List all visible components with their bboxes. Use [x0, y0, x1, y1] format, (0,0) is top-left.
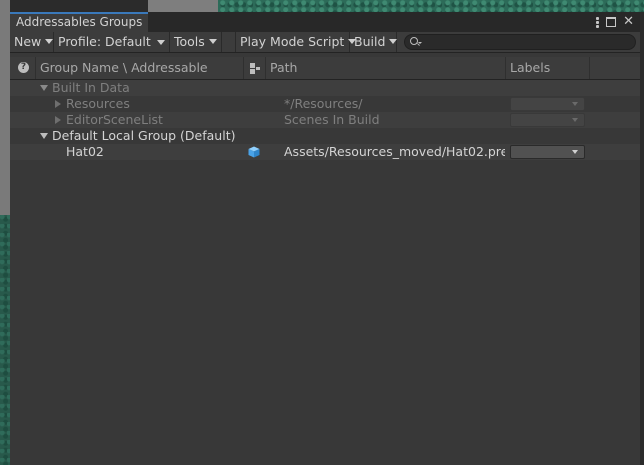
list-item[interactable]: Resources */Resources/ [10, 96, 640, 112]
build-label: Build [354, 34, 386, 49]
column-header-labels[interactable]: Labels [506, 57, 590, 79]
tools-menu-button[interactable]: Tools [170, 32, 222, 52]
column-header-name[interactable]: Group Name \ Addressable Name [36, 57, 244, 97]
entry-path: Assets/Resources_moved/Hat02.prefab [284, 144, 505, 159]
tab-bar: Addressables Groups ✕ [10, 12, 640, 32]
chevron-down-icon [572, 150, 578, 154]
column-header-path[interactable]: Path [266, 57, 506, 79]
entry-path: Scenes In Build [284, 112, 380, 127]
group-name: Default Local Group (Default) [52, 128, 236, 143]
scene-background-top-gray [148, 0, 218, 12]
prefab-cube-icon [248, 146, 260, 158]
new-menu-button[interactable]: New [10, 32, 54, 52]
column-header-type[interactable] [244, 57, 266, 79]
labels-dropdown [510, 97, 585, 111]
search-options-icon[interactable] [418, 42, 422, 44]
window-controls: ✕ [596, 14, 634, 30]
tools-label: Tools [174, 34, 205, 49]
chevron-down-icon [572, 102, 578, 106]
groups-tree: Built In Data Resources */Resources/ Edi… [10, 80, 640, 160]
group-row-default-local[interactable]: Default Local Group (Default) [10, 128, 640, 144]
group-name: Built In Data [52, 80, 130, 95]
close-icon[interactable]: ✕ [623, 15, 634, 29]
chevron-down-icon [45, 39, 54, 44]
chevron-down-icon [572, 118, 578, 122]
expand-arrow-icon[interactable] [40, 133, 48, 139]
scene-background-texture [0, 215, 10, 465]
labels-dropdown[interactable] [510, 145, 585, 159]
build-menu-button[interactable]: Build [350, 32, 398, 52]
profile-label: Profile: Default [58, 34, 151, 49]
chevron-down-icon [157, 40, 165, 45]
search-icon [410, 37, 418, 45]
addressables-groups-window: Addressables Groups ✕ New Profile: Defau… [10, 12, 640, 465]
column-header: ? Group Name \ Addressable Name Path Lab… [10, 57, 640, 97]
play-mode-script-dropdown[interactable]: Play Mode Script [235, 32, 357, 52]
collapse-arrow-icon[interactable] [55, 100, 61, 108]
maximize-icon[interactable] [606, 17, 617, 27]
play-mode-label: Play Mode Script [240, 34, 345, 49]
entry-name: Hat02 [66, 144, 104, 159]
asset-type-icon [250, 63, 260, 74]
chevron-down-icon [208, 39, 217, 44]
help-column[interactable]: ? [10, 57, 36, 79]
search-input[interactable] [404, 34, 636, 50]
group-row-built-in-data[interactable]: Built In Data [10, 80, 640, 96]
table-row[interactable]: Hat02 Assets/Resources_moved/Hat02.prefa… [10, 144, 640, 160]
help-icon[interactable]: ? [18, 62, 29, 73]
toolbar: New Profile: Default Tools Play Mode Scr… [10, 32, 640, 53]
expand-arrow-icon[interactable] [40, 85, 48, 91]
profile-dropdown[interactable]: Profile: Default [54, 32, 170, 52]
collapse-arrow-icon[interactable] [55, 116, 61, 124]
entry-name: EditorSceneList [66, 112, 163, 127]
tab-addressables-groups[interactable]: Addressables Groups [10, 12, 148, 32]
scene-background-top [148, 0, 644, 12]
chevron-down-icon [389, 39, 398, 44]
labels-dropdown [510, 113, 585, 127]
new-menu-label: New [14, 34, 42, 49]
more-options-icon[interactable] [596, 16, 600, 28]
entry-name: Resources [66, 96, 130, 111]
entry-path: */Resources/ [284, 96, 363, 111]
list-item[interactable]: EditorSceneList Scenes In Build [10, 112, 640, 128]
